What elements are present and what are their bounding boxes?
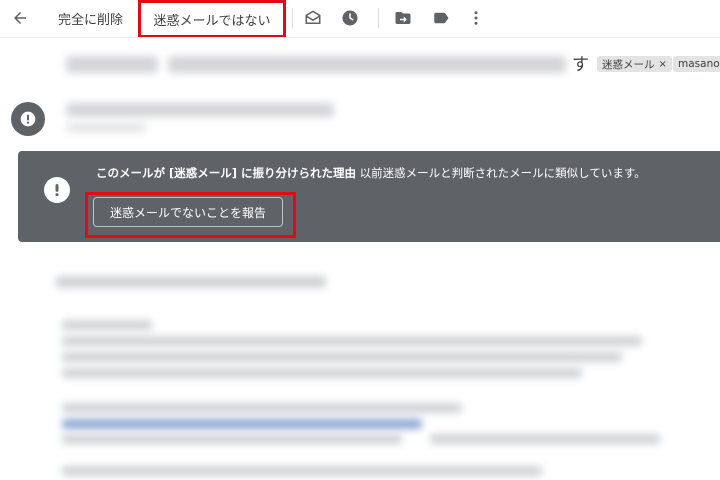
delete-forever-button[interactable]: 完全に削除 (58, 8, 123, 28)
alert-icon (20, 111, 36, 127)
snooze-button[interactable] (338, 6, 362, 30)
body-text-blurred (62, 336, 642, 346)
more-options-button[interactable] (464, 6, 488, 30)
spam-warning-banner: このメールが [迷惑メール] に振り分けられた理由 以前迷惑メールと判断されたメ… (18, 151, 720, 242)
body-text-blurred (62, 434, 402, 444)
body-text-blurred (62, 403, 462, 413)
body-text-blurred (62, 466, 542, 476)
body-text-blurred (62, 352, 622, 362)
back-button[interactable] (6, 4, 34, 32)
mark-unread-button[interactable] (301, 6, 325, 30)
arrow-back-icon (14, 12, 26, 24)
body-text-blurred (62, 320, 152, 330)
alert-icon (44, 177, 70, 203)
body-text-blurred (430, 434, 660, 444)
recipient-blurred (66, 123, 146, 132)
spam-reason-label: このメールが [迷惑メール] に振り分けられた理由 (96, 166, 357, 180)
spam-reason-text: このメールが [迷惑メール] に振り分けられた理由 以前迷惑メールと判断されたメ… (96, 165, 646, 181)
report-not-spam-button[interactable]: 迷惑メールでないことを報告 (93, 197, 283, 227)
label-icon (434, 12, 449, 24)
move-to-button[interactable] (391, 6, 415, 30)
toolbar-border (0, 37, 720, 38)
label-button[interactable] (429, 6, 453, 30)
toolbar-divider (292, 8, 293, 28)
user-label-chip: masanob (673, 56, 720, 72)
remove-label-button[interactable]: × (659, 59, 667, 70)
toolbar: 完全に削除 迷惑メールではない (0, 0, 720, 38)
subject-blurred (66, 56, 158, 73)
subject-tail: す (572, 55, 589, 75)
subject-blurred (168, 56, 566, 73)
spam-reason-detail: 以前迷惑メールと判断されたメールに類似しています。 (356, 166, 646, 180)
mark-unread-icon (305, 10, 321, 24)
sender-name-blurred (66, 103, 334, 117)
body-text-blurred (56, 276, 326, 288)
snooze-clock-icon (342, 10, 358, 26)
body-link-blurred[interactable] (62, 419, 422, 429)
toolbar-divider (378, 8, 379, 28)
not-spam-button[interactable]: 迷惑メールではない (138, 0, 286, 38)
spam-label-text: 迷惑メール (602, 58, 655, 71)
user-label-text: masanob (678, 58, 720, 70)
sender-avatar[interactable] (11, 102, 45, 136)
spam-label-chip: 迷惑メール × (597, 56, 672, 72)
more-vert-icon (474, 11, 478, 25)
body-text-blurred (62, 368, 582, 378)
move-to-icon (395, 12, 411, 24)
